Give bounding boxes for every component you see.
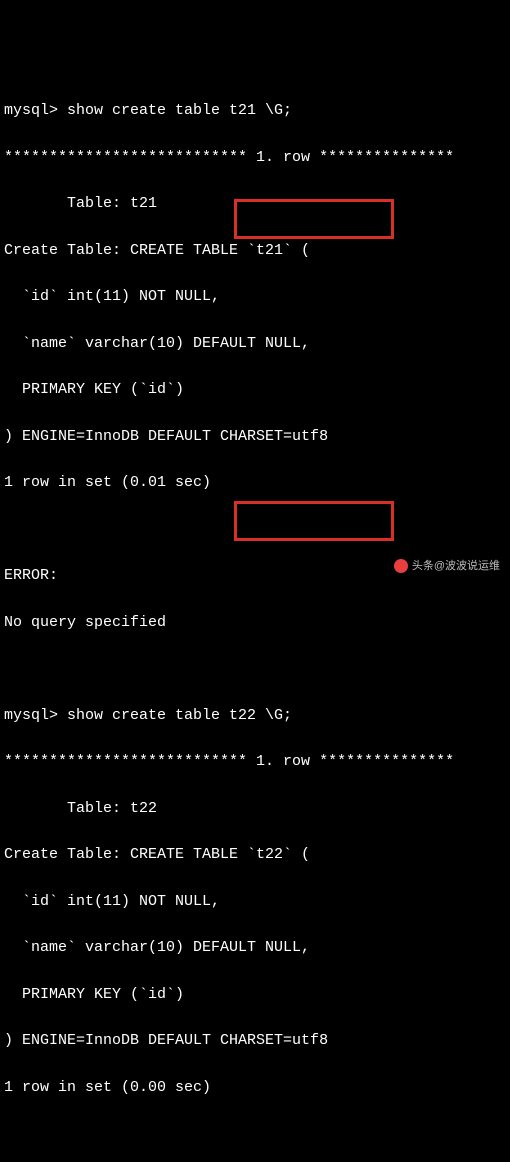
row-separator-1: *************************** 1. row *****… [4, 146, 506, 169]
mysql-prompt: mysql> [4, 707, 67, 724]
terminal-line-prompt-1: mysql> show create table t21 \G; [4, 99, 506, 122]
watermark-icon [394, 559, 408, 573]
row-label: 1. row [256, 753, 310, 770]
blank-line [4, 518, 506, 541]
create-table-line-2: Create Table: CREATE TABLE `t22` ( [4, 843, 506, 866]
engine-line-2: ) ENGINE=InnoDB DEFAULT CHARSET=utf8 [4, 1029, 506, 1052]
charset-value: CHARSET=utf8 [220, 428, 328, 445]
column-name-1: `name` varchar(10) DEFAULT NULL, [4, 332, 506, 355]
error-message-1: No query specified [4, 611, 506, 634]
command-text: show create table t22 \G; [67, 707, 292, 724]
table-name: t21 [130, 195, 157, 212]
charset-value: CHARSET=utf8 [220, 1032, 328, 1049]
watermark-text: 头条@波波说运维 [412, 558, 500, 575]
table-line-1: Table: t21 [4, 192, 506, 215]
table-name: t22 [130, 800, 157, 817]
blank-line [4, 657, 506, 680]
row-separator-2: *************************** 1. row *****… [4, 750, 506, 773]
command-text: show create table t21 \G; [67, 102, 292, 119]
column-id-1: `id` int(11) NOT NULL, [4, 285, 506, 308]
rows-in-set-1: 1 row in set (0.01 sec) [4, 471, 506, 494]
column-id-2: `id` int(11) NOT NULL, [4, 890, 506, 913]
terminal-line-prompt-2: mysql> show create table t22 \G; [4, 704, 506, 727]
rows-in-set-2: 1 row in set (0.00 sec) [4, 1076, 506, 1099]
watermark: 头条@波波说运维 [390, 556, 504, 577]
create-table-line-1: Create Table: CREATE TABLE `t21` ( [4, 239, 506, 262]
table-line-2: Table: t22 [4, 797, 506, 820]
mysql-prompt: mysql> [4, 102, 67, 119]
primary-key-2: PRIMARY KEY (`id`) [4, 983, 506, 1006]
primary-key-1: PRIMARY KEY (`id`) [4, 378, 506, 401]
blank-line [4, 1122, 506, 1145]
column-name-2: `name` varchar(10) DEFAULT NULL, [4, 936, 506, 959]
engine-line-1: ) ENGINE=InnoDB DEFAULT CHARSET=utf8 [4, 425, 506, 448]
row-label: 1. row [256, 149, 310, 166]
